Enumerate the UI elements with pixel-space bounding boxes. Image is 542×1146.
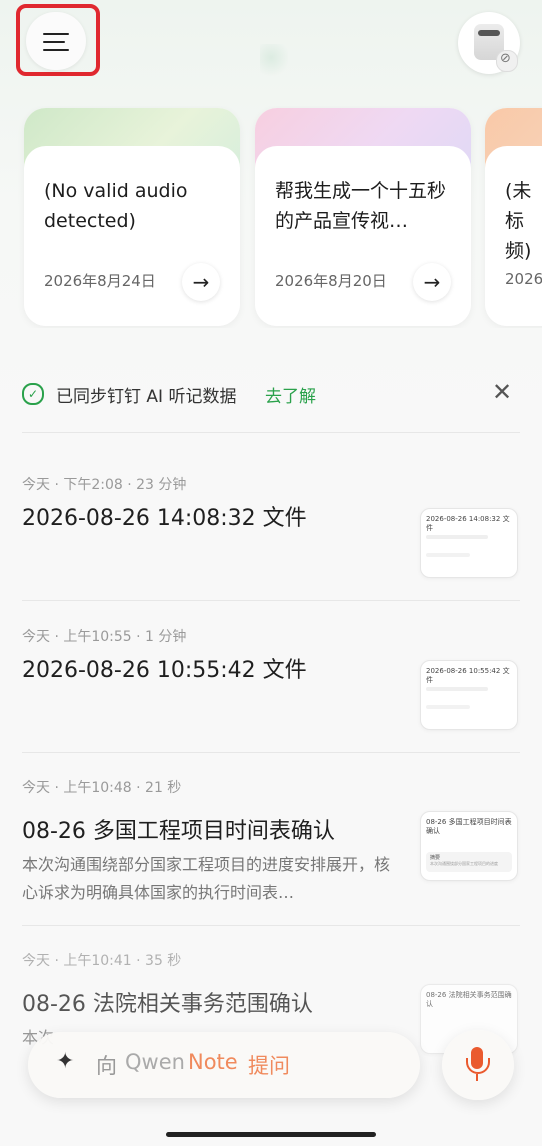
thumbnail-summary-box: 摘要 本次沟通围绕部分国家工程项目的进度 xyxy=(426,852,512,872)
hamburger-line xyxy=(43,49,69,51)
card-date: 2026 xyxy=(505,270,542,288)
home-indicator[interactable] xyxy=(166,1132,376,1137)
menu-button[interactable] xyxy=(26,12,86,70)
item-title: 08-26 多国工程项目时间表确认 xyxy=(22,819,335,844)
sync-banner: ✓ 已同步钉钉 AI 听记数据 去了解 ✕ xyxy=(22,378,520,410)
arrow-right-icon[interactable]: → xyxy=(413,263,451,301)
list-item[interactable]: 今天 · 下午2:08 · 23 分钟 2026-08-26 14:08:32 … xyxy=(22,474,520,600)
card-title: 帮我生成一个十五秒的产品宣传视… xyxy=(275,180,447,232)
sync-banner-text: 已同步钉钉 AI 听记数据 xyxy=(56,387,237,407)
item-meta: 今天 · 上午10:48 · 21 秒 xyxy=(22,780,182,796)
thumbnail-summary-label: 摘要 xyxy=(430,855,441,861)
item-meta: 今天 · 下午2:08 · 23 分钟 xyxy=(22,477,187,493)
item-title: 2026-08-26 10:55:42 文件 xyxy=(22,658,307,683)
thumbnail-line xyxy=(426,553,470,557)
ask-suffix: 提问 xyxy=(248,1054,290,1078)
app-logo-icon xyxy=(260,44,288,78)
list-item[interactable]: 今天 · 上午10:55 · 1 分钟 2026-08-26 10:55:42 … xyxy=(22,626,520,752)
recent-card[interactable]: 帮我生成一个十五秒的产品宣传视… 2026年8月20日 → xyxy=(255,108,471,326)
item-title: 2026-08-26 14:08:32 文件 xyxy=(22,506,307,531)
close-icon[interactable]: ✕ xyxy=(492,378,512,406)
item-thumbnail: 2026-08-26 14:08:32 文件 xyxy=(420,508,518,578)
menu-highlight xyxy=(16,4,100,76)
divider xyxy=(22,432,520,433)
divider xyxy=(22,752,520,753)
arrow-right-icon[interactable]: → xyxy=(182,263,220,301)
hamburger-line xyxy=(43,41,65,43)
recent-card[interactable]: (No valid audio detected) 2026年8月24日 → xyxy=(24,108,240,326)
ask-prefix: 向 xyxy=(96,1054,117,1078)
microphone-button[interactable] xyxy=(442,1030,514,1100)
thumbnail-line xyxy=(426,535,488,539)
ask-brand-note: Note xyxy=(188,1050,238,1074)
recent-cards-carousel[interactable]: (No valid audio detected) 2026年8月24日 → 帮… xyxy=(0,106,542,328)
thumbnail-line xyxy=(426,705,470,709)
thumbnail-title: 08-26 多国工程项目时间表确认 xyxy=(426,818,512,835)
disconnected-icon xyxy=(496,50,518,72)
card-date: 2026年8月20日 xyxy=(275,272,387,290)
item-thumbnail: 08-26 多国工程项目时间表确认 摘要 本次沟通围绕部分国家工程项目的进度 xyxy=(420,811,518,881)
card-date: 2026年8月24日 xyxy=(44,272,156,290)
item-title: 08-26 法院相关事务范围确认 xyxy=(22,992,313,1017)
recent-card[interactable]: (未标频) 2026 xyxy=(485,108,542,326)
card-title: (No valid audio detected) xyxy=(44,180,188,232)
sparkle-icon: ✦ xyxy=(56,1049,75,1074)
item-thumbnail: 2026-08-26 10:55:42 文件 xyxy=(420,660,518,730)
thumbnail-title: 2026-08-26 14:08:32 文件 xyxy=(426,515,510,532)
thumbnail-title: 08-26 法院相关事务范围确认 xyxy=(426,991,512,1008)
item-meta: 今天 · 上午10:41 · 35 秒 xyxy=(22,953,182,969)
thumbnail-summary-text: 本次沟通围绕部分国家工程项目的进度 xyxy=(430,861,498,866)
divider xyxy=(22,600,520,601)
header xyxy=(0,0,542,90)
thumbnail-line xyxy=(426,687,488,691)
item-meta: 今天 · 上午10:55 · 1 分钟 xyxy=(22,629,187,645)
hamburger-menu-icon xyxy=(43,33,69,35)
item-summary: 本次沟通围绕部分国家工程项目的进度安排展开，核心诉求为明确具体国家的执行时间表… xyxy=(22,855,391,902)
microphone-stem xyxy=(476,1074,478,1081)
list-item[interactable]: 今天 · 上午10:48 · 21 秒 08-26 多国工程项目时间表确认 本次… xyxy=(22,777,520,925)
ask-qwennote-input[interactable]: ✦ 向 Qwen Note 提问 xyxy=(28,1032,420,1098)
device-button[interactable] xyxy=(458,12,520,74)
learn-more-link[interactable]: 去了解 xyxy=(265,382,316,407)
divider xyxy=(22,925,520,926)
ask-brand-qwen: Qwen xyxy=(125,1050,185,1074)
check-circle-icon: ✓ xyxy=(22,383,44,405)
microphone-arc xyxy=(466,1058,490,1074)
card-title: (未标频) xyxy=(505,180,532,262)
thumbnail-title: 2026-08-26 10:55:42 文件 xyxy=(426,667,510,684)
